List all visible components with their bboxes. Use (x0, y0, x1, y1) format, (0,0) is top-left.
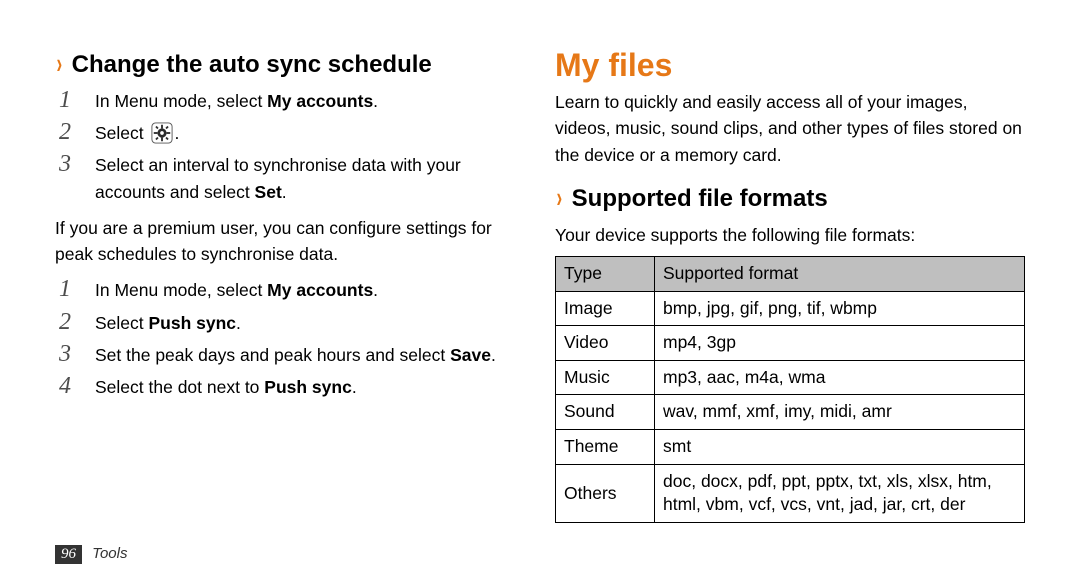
step-text: In Menu mode, select (95, 91, 267, 111)
cell-format: mp3, aac, m4a, wma (655, 360, 1025, 395)
step-item: In Menu mode, select My accounts. (95, 88, 525, 114)
supported-formats-lead: Your device supports the following file … (555, 222, 1025, 248)
step-item: In Menu mode, select My accounts. (95, 277, 525, 303)
table-row: Music mp3, aac, m4a, wma (556, 360, 1025, 395)
chevron-icon: › (57, 46, 63, 80)
step-text: Select (95, 313, 149, 333)
step-text: . (236, 313, 241, 333)
step-item: Select the dot next to Push sync. (95, 374, 525, 400)
subheading-auto-sync: › Change the auto sync schedule (55, 48, 525, 80)
table-header-type: Type (556, 256, 655, 291)
step-bold: Push sync (264, 377, 352, 397)
cell-type: Video (556, 326, 655, 361)
step-text: Set the peak days and peak hours and sel… (95, 345, 450, 365)
cell-format: mp4, 3gp (655, 326, 1025, 361)
subheading-supported-formats: › Supported file formats (555, 182, 1025, 214)
step-item: Select an interval to synchronise data w… (95, 152, 525, 205)
cell-type: Sound (556, 395, 655, 430)
table-header-row: Type Supported format (556, 256, 1025, 291)
step-bold: Set (255, 182, 282, 202)
table-row: Image bmp, jpg, gif, png, tif, wbmp (556, 291, 1025, 326)
step-bold: Save (450, 345, 491, 365)
gear-icon (151, 122, 173, 144)
steps-list-1: In Menu mode, select My accounts. Select (55, 88, 525, 205)
left-column: › Change the auto sync schedule In Menu m… (55, 48, 525, 523)
cell-type: Theme (556, 430, 655, 465)
section-title-my-files: My files (555, 48, 1025, 83)
cell-format: wav, mmf, xmf, imy, midi, amr (655, 395, 1025, 430)
cell-type: Others (556, 464, 655, 522)
page: › Change the auto sync schedule In Menu m… (0, 0, 1080, 586)
step-text: . (175, 123, 180, 143)
step-bold: My accounts (267, 91, 373, 111)
subheading-auto-sync-text: Change the auto sync schedule (72, 51, 432, 80)
page-number: 96 (55, 545, 82, 564)
step-text: . (373, 91, 378, 111)
step-text: . (352, 377, 357, 397)
formats-table: Type Supported format Image bmp, jpg, gi… (555, 256, 1025, 523)
chapter-name: Tools (92, 545, 127, 562)
cell-format: bmp, jpg, gif, png, tif, wbmp (655, 291, 1025, 326)
step-text: . (282, 182, 287, 202)
right-column: My files Learn to quickly and easily acc… (555, 48, 1025, 523)
table-row: Video mp4, 3gp (556, 326, 1025, 361)
steps-list-2: In Menu mode, select My accounts. Select… (55, 277, 525, 400)
premium-note: If you are a premium user, you can confi… (55, 215, 525, 268)
step-item: Set the peak days and peak hours and sel… (95, 342, 525, 368)
step-text: . (373, 280, 378, 300)
step-text: . (491, 345, 496, 365)
table-row: Theme smt (556, 430, 1025, 465)
cell-type: Image (556, 291, 655, 326)
step-bold: My accounts (267, 280, 373, 300)
step-text: Select the dot next to (95, 377, 264, 397)
cell-type: Music (556, 360, 655, 395)
cell-format: smt (655, 430, 1025, 465)
cell-format: doc, docx, pdf, ppt, pptx, txt, xls, xls… (655, 464, 1025, 522)
table-row: Others doc, docx, pdf, ppt, pptx, txt, x… (556, 464, 1025, 522)
step-item: Select (95, 120, 525, 146)
step-item: Select Push sync. (95, 310, 525, 336)
page-footer: 96 Tools (55, 545, 127, 564)
subheading-supported-formats-text: Supported file formats (572, 185, 828, 214)
table-header-format: Supported format (655, 256, 1025, 291)
step-bold: Push sync (149, 313, 237, 333)
two-column-layout: › Change the auto sync schedule In Menu m… (55, 48, 1025, 523)
step-text: Select (95, 123, 149, 143)
my-files-intro: Learn to quickly and easily access all o… (555, 89, 1025, 168)
chevron-icon: › (557, 180, 563, 214)
step-text: In Menu mode, select (95, 280, 267, 300)
table-row: Sound wav, mmf, xmf, imy, midi, amr (556, 395, 1025, 430)
